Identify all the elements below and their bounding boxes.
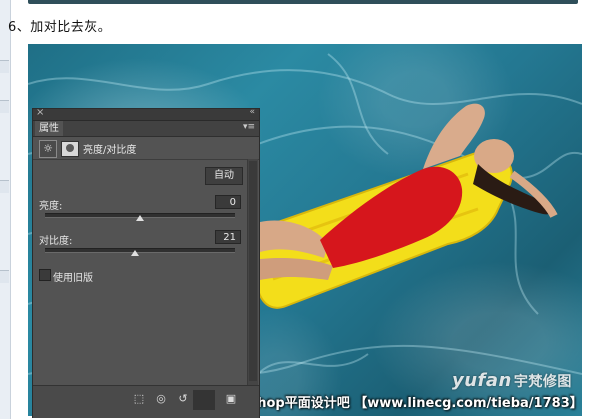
panel-bottom-toolbar: ⬚ ◎ ↺ ▣ — [33, 385, 259, 418]
panel-scrollbar[interactable] — [247, 159, 258, 385]
contrast-slider-thumb[interactable] — [130, 250, 139, 256]
use-legacy-label: 使用旧版 — [53, 273, 93, 284]
brightness-contrast-icon[interactable]: ☼ — [39, 140, 57, 158]
contrast-slider-track[interactable] — [45, 248, 235, 253]
strip-tick — [0, 180, 9, 193]
step-heading: 6、加对比去灰。 — [8, 20, 112, 35]
panel-menu-icon[interactable]: ▾≡ — [243, 122, 255, 132]
forum-watermark: PhotoShop平面设计吧 【www.linecg.com/tieba/178… — [205, 396, 583, 411]
view-previous-icon[interactable]: ◎ — [153, 392, 169, 406]
use-legacy-checkbox[interactable] — [39, 269, 51, 281]
panel-tab-bar: 属性 ▾≡ — [33, 121, 259, 137]
close-icon[interactable]: × — [36, 107, 44, 118]
brightness-label: 亮度: — [39, 201, 63, 212]
auto-button[interactable]: 自动 — [205, 167, 243, 185]
yufan-watermark-logo: yufan 宇梵修图 — [452, 370, 572, 391]
logo-chinese-text: 宇梵修图 — [513, 374, 572, 390]
scrollbar-thumb[interactable] — [249, 161, 257, 381]
delete-icon[interactable]: ▣ — [223, 392, 239, 406]
adjustment-title: 亮度/对比度 — [83, 145, 137, 156]
strip-tick — [0, 270, 9, 283]
strip-tick — [0, 60, 9, 73]
visibility-icon[interactable] — [193, 390, 215, 410]
properties-panel: × « 属性 ▾≡ ☼ 亮度/对比度 自动 亮度: 0 对比度: 21 使用旧版… — [32, 107, 260, 418]
panel-title-bar[interactable]: × « — [33, 107, 259, 121]
logo-text: yufan — [452, 370, 512, 391]
brightness-slider-thumb[interactable] — [136, 215, 144, 221]
collapse-icon[interactable]: « — [249, 107, 255, 117]
layer-mask-icon[interactable] — [61, 141, 79, 157]
brightness-value-input[interactable]: 0 — [215, 195, 241, 209]
tab-properties[interactable]: 属性 — [35, 121, 63, 136]
previous-image-edge — [28, 0, 578, 4]
contrast-value-input[interactable]: 21 — [215, 230, 241, 244]
contrast-label: 对比度: — [39, 236, 73, 247]
clip-to-layer-icon[interactable]: ⬚ — [131, 392, 147, 406]
background-page-strip — [0, 0, 11, 419]
reset-icon[interactable]: ↺ — [175, 392, 191, 406]
strip-tick — [0, 100, 9, 113]
adjustment-header: ☼ 亮度/对比度 — [33, 137, 259, 160]
